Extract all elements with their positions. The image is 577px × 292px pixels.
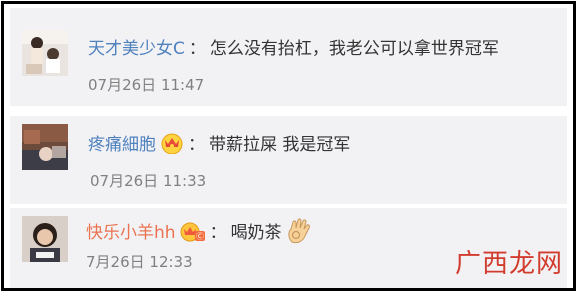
comment-line: 疼痛細胞 ：带薪拉屎 我是冠军: [88, 132, 350, 156]
crown-icon: [160, 132, 184, 155]
comment-item: 天才美少女C：怎么没有抬杠，我老公可以拿世界冠军 07月26日 11:47: [10, 8, 567, 106]
separator: ：: [188, 135, 205, 155]
timestamp: 07月26日 11:47: [88, 76, 205, 94]
avatar[interactable]: [22, 216, 68, 262]
comment-text: 带薪拉屎 我是冠军: [209, 135, 351, 155]
comment-text: 怎么没有抬杠，我老公可以拿世界冠军: [209, 39, 499, 59]
separator: ：: [188, 39, 206, 59]
comment-line: 快乐小羊hh Ⓒ ：喝奶茶: [86, 216, 314, 246]
member-badge-icon[interactable]: Ⓒ: [180, 221, 206, 243]
comments-panel: 天才美少女C：怎么没有抬杠，我老公可以拿世界冠军 07月26日 11:47 疼痛…: [1, 1, 576, 291]
comment-line: 天才美少女C：怎么没有抬杠，我老公可以拿世界冠军: [88, 38, 499, 60]
avatar[interactable]: [22, 30, 68, 76]
ok-hand-emoji-icon: [284, 216, 314, 246]
comment-item: 疼痛細胞 ：带薪拉屎 我是冠军 07月26日 11:33: [10, 116, 567, 204]
comment-text: 喝奶茶: [230, 223, 282, 243]
timestamp: 7月26日 12:33: [86, 253, 193, 271]
username-link[interactable]: 快乐小羊hh: [86, 223, 176, 243]
username-link[interactable]: 疼痛細胞: [88, 135, 156, 155]
svg-text:Ⓒ: Ⓒ: [196, 232, 204, 241]
avatar[interactable]: [22, 124, 68, 170]
separator: ：: [209, 223, 227, 243]
timestamp: 07月26日 11:33: [90, 172, 207, 190]
username-link[interactable]: 天才美少女C: [88, 39, 185, 59]
watermark: 广西龙网: [454, 249, 563, 279]
